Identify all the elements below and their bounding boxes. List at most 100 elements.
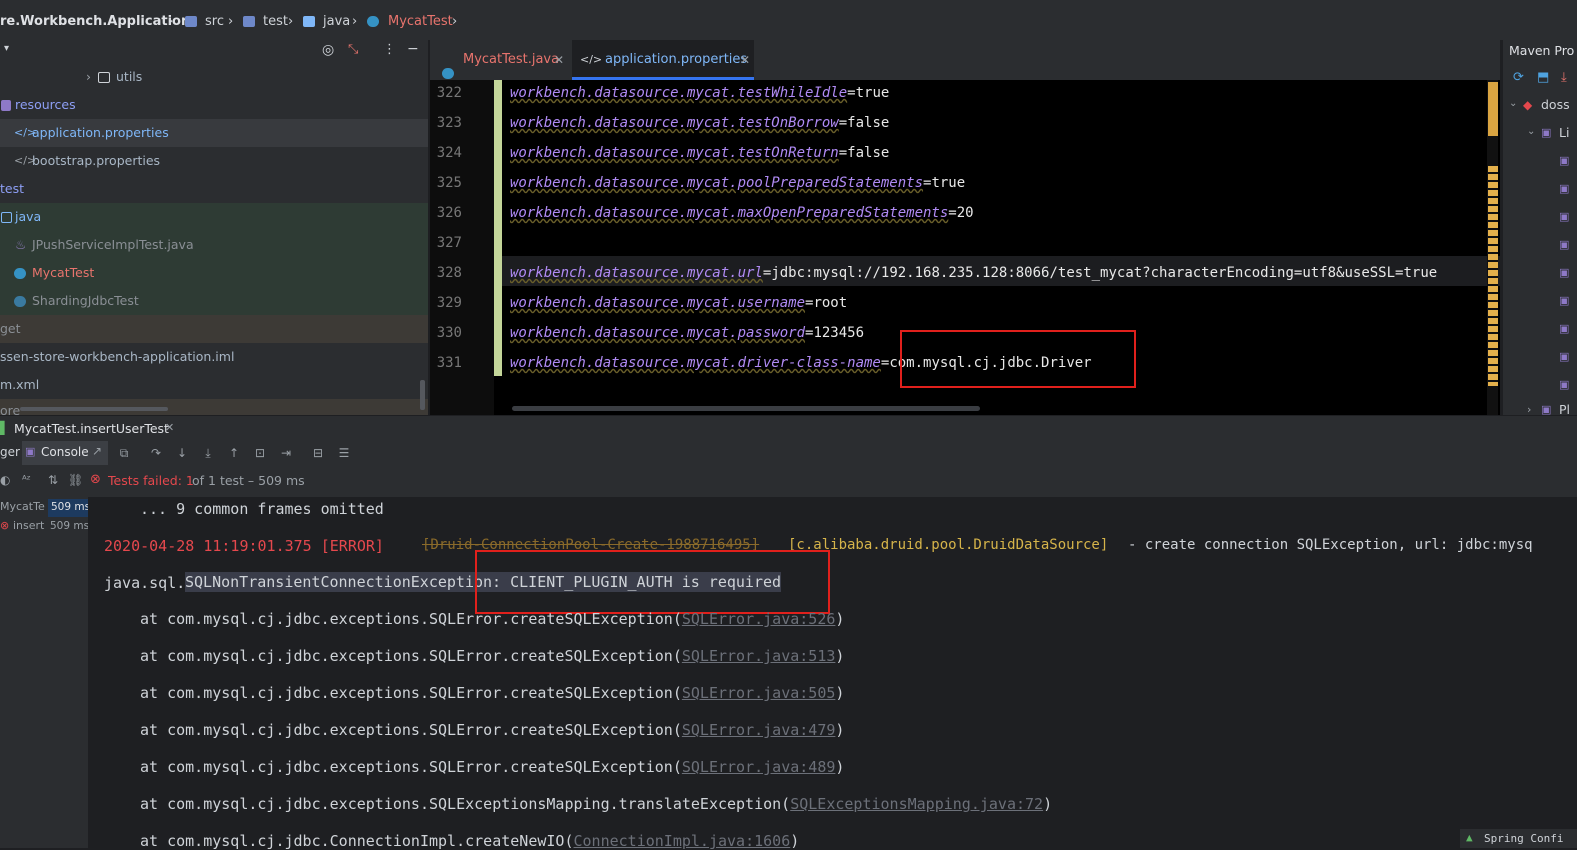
tree-item-iml-file[interactable]: ssen-store-workbench-application.iml — [0, 343, 420, 371]
breadcrumb-item-java[interactable]: java — [323, 14, 350, 29]
code-line[interactable]: workbench.datasource.mycat.maxOpenPrepar… — [510, 205, 974, 221]
line-number: 322 — [436, 85, 462, 101]
stack-frame-end: ) — [835, 721, 845, 739]
breadcrumb-item-src[interactable]: src — [205, 14, 224, 29]
tree-item-application-properties[interactable]: </> application.properties — [0, 119, 428, 147]
evaluate-icon[interactable]: ⊟ — [311, 446, 325, 460]
property-value: true — [855, 85, 890, 101]
maven-goal-icon[interactable]: ▣ — [1559, 266, 1569, 279]
maven-goal-icon[interactable]: ▣ — [1559, 350, 1569, 363]
console-tab[interactable]: ▣ Console ↗ — [22, 441, 108, 465]
tab-mycattest-java[interactable]: MycatTest.java ✕ — [430, 40, 570, 80]
maven-goal-icon[interactable]: ▣ — [1559, 378, 1569, 391]
code-line[interactable]: workbench.datasource.mycat.testOnBorrow=… — [510, 115, 889, 131]
property-value: 123456 — [813, 325, 865, 341]
dropdown-icon[interactable]: ▾ — [4, 43, 9, 54]
vertical-scrollbar[interactable] — [420, 380, 425, 410]
tree-item-target[interactable]: get — [0, 315, 428, 343]
spring-config-badge[interactable]: ▲ Spring Confi — [1460, 829, 1577, 848]
property-key: workbench.datasource.mycat.url — [510, 265, 763, 281]
tree-item-utils[interactable]: › utils — [0, 63, 420, 91]
maven-goal-icon[interactable]: ▣ — [1559, 294, 1569, 307]
tree-item-mycattest[interactable]: MycatTest — [0, 259, 420, 287]
force-step-into-icon[interactable]: ⤓ — [201, 446, 215, 460]
stack-frame-link[interactable]: SQLError.java:505 — [682, 684, 836, 702]
editor-tabs: MycatTest.java ✕ </> application.propert… — [430, 40, 1500, 80]
maven-goal-icon[interactable]: ▣ — [1559, 182, 1569, 195]
maven-goal-icon[interactable]: ▣ — [1559, 210, 1569, 223]
stack-frame-link[interactable]: SQLError.java:479 — [682, 721, 836, 739]
collapse-icon[interactable]: ⤡ — [348, 42, 358, 57]
close-icon[interactable]: ✕ — [554, 40, 564, 80]
maven-goal-icon[interactable]: ▣ — [1559, 154, 1569, 167]
horizontal-scrollbar[interactable] — [20, 407, 168, 411]
step-over-icon[interactable]: ↷ — [149, 446, 163, 460]
close-icon[interactable]: ✕ — [740, 40, 750, 80]
tree-item-pom-xml[interactable]: m.xml — [0, 371, 420, 399]
run-to-cursor-icon[interactable]: ⇥ — [279, 446, 293, 460]
chevron-down-icon[interactable]: ⌄ — [1509, 98, 1517, 109]
horizontal-scrollbar[interactable] — [512, 406, 980, 411]
stack-frame-text: at com.mysql.cj.jdbc.exceptions.SQLError… — [140, 758, 682, 776]
trace-icon[interactable]: ☰ — [337, 446, 351, 460]
download-icon[interactable]: ⤓ — [1561, 70, 1567, 85]
maven-goal-icon[interactable]: ▣ — [1559, 322, 1569, 335]
console-output[interactable]: ... 9 common frames omitted 2020-04-28 1… — [88, 497, 1577, 850]
target-icon[interactable]: ◎ — [322, 42, 334, 58]
property-key: workbench.datasource.mycat.testOnReturn — [510, 145, 839, 161]
code-line[interactable]: workbench.datasource.mycat.poolPreparedS… — [510, 175, 965, 191]
link-icon[interactable]: ⛓ — [68, 473, 83, 487]
maven-lifecycle-label[interactable]: Li — [1559, 125, 1569, 140]
tree-item-bootstrap-properties[interactable]: </> bootstrap.properties — [0, 147, 420, 175]
maven-project-icon: ◆ — [1523, 98, 1533, 112]
step-out-icon[interactable]: ↑ — [227, 446, 241, 460]
drop-frame-icon[interactable]: ⊡ — [253, 446, 267, 460]
folder-icon — [243, 14, 255, 29]
debugger-tab[interactable]: ger — [0, 445, 20, 459]
breadcrumb-module[interactable]: re.Workbench.Application — [0, 14, 190, 29]
stop-frames-icon[interactable]: ⧉ — [117, 446, 131, 460]
maven-panel: Maven Pro ⟳ ⬒ ⤓ ⌄ ◆ doss ⌄ ▣ Li ▣ ▣ ▣ ▣ ▣ ▣ ▣ ▣… — [1502, 40, 1577, 417]
stack-frame-text: at com.mysql.cj.jdbc.exceptions.SQLError… — [140, 610, 682, 628]
tree-item-java[interactable]: java — [0, 203, 420, 231]
run-tab-label[interactable]: MycatTest.insertUserTest — [14, 421, 169, 436]
code-line[interactable]: workbench.datasource.mycat.password=1234… — [510, 325, 864, 341]
code-line[interactable]: workbench.datasource.mycat.testWhileIdle… — [510, 85, 889, 101]
code-editor[interactable]: 322 323 324 325 326 327 328 329 330 331 workbench… — [430, 80, 1500, 415]
code-line[interactable]: workbench.datasource.mycat.testOnReturn=… — [510, 145, 889, 161]
reimport-icon[interactable]: ⬒ — [1537, 70, 1549, 85]
more-options-icon[interactable]: ⋮ — [383, 42, 396, 57]
stack-frame-text: at com.mysql.cj.jdbc.exceptions.SQLError… — [140, 684, 682, 702]
tree-item-test[interactable]: test — [0, 175, 420, 203]
line-number: 323 — [436, 115, 462, 131]
test-results-tree: MycatTe 509 ms ⊗ insert 509 ms — [0, 497, 90, 848]
tree-item-resources[interactable]: resources — [0, 91, 420, 119]
maven-goal-icon[interactable]: ▣ — [1559, 238, 1569, 251]
stack-frame-link[interactable]: SQLError.java:489 — [682, 758, 836, 776]
tree-item-shardingjdbctest[interactable]: ShardingJdbcTest — [0, 287, 420, 315]
maven-project-label[interactable]: doss — [1541, 97, 1570, 112]
equals-sign: = — [847, 85, 856, 101]
chevron-down-icon[interactable]: ⌄ — [1527, 126, 1535, 137]
tab-application-properties[interactable]: </> application.properties ✕ — [572, 40, 754, 80]
breadcrumb-item-test[interactable]: test — [263, 14, 288, 29]
close-icon[interactable]: ✕ — [165, 421, 174, 434]
minimize-icon[interactable]: − — [407, 41, 419, 57]
rerun-icon[interactable]: ◐ — [0, 473, 10, 487]
stack-frame-link[interactable]: SQLError.java:513 — [682, 647, 836, 665]
code-line[interactable]: workbench.datasource.mycat.username=root — [510, 295, 847, 311]
refresh-icon[interactable]: ⟳ — [1513, 70, 1524, 85]
test-item-class[interactable]: MycatTe 509 ms — [0, 499, 90, 517]
test-item-method[interactable]: ⊗ insert 509 ms — [0, 518, 89, 536]
property-key: workbench.datasource.mycat.password — [510, 325, 806, 341]
breadcrumb-item-mycattest[interactable]: MycatTest — [388, 14, 453, 29]
stack-frame-link[interactable]: SQLError.java:526 — [682, 610, 836, 628]
stack-frame-link[interactable]: SQLExceptionsMapping.java:72 — [790, 795, 1043, 813]
tree-item-jpushserviceimpltest[interactable]: ♨ JPushServiceImplTest.java — [0, 231, 420, 259]
sort-alpha-icon[interactable]: ᴬᶻ — [22, 473, 31, 486]
stack-frame-end: ) — [835, 647, 845, 665]
sort-duration-icon[interactable]: ⇅ — [48, 473, 58, 487]
code-line[interactable]: workbench.datasource.mycat.url=jdbc:mysq… — [510, 265, 1437, 281]
stack-frame-link[interactable]: ConnectionImpl.java:1606 — [573, 832, 790, 850]
step-into-icon[interactable]: ↓ — [175, 446, 189, 460]
